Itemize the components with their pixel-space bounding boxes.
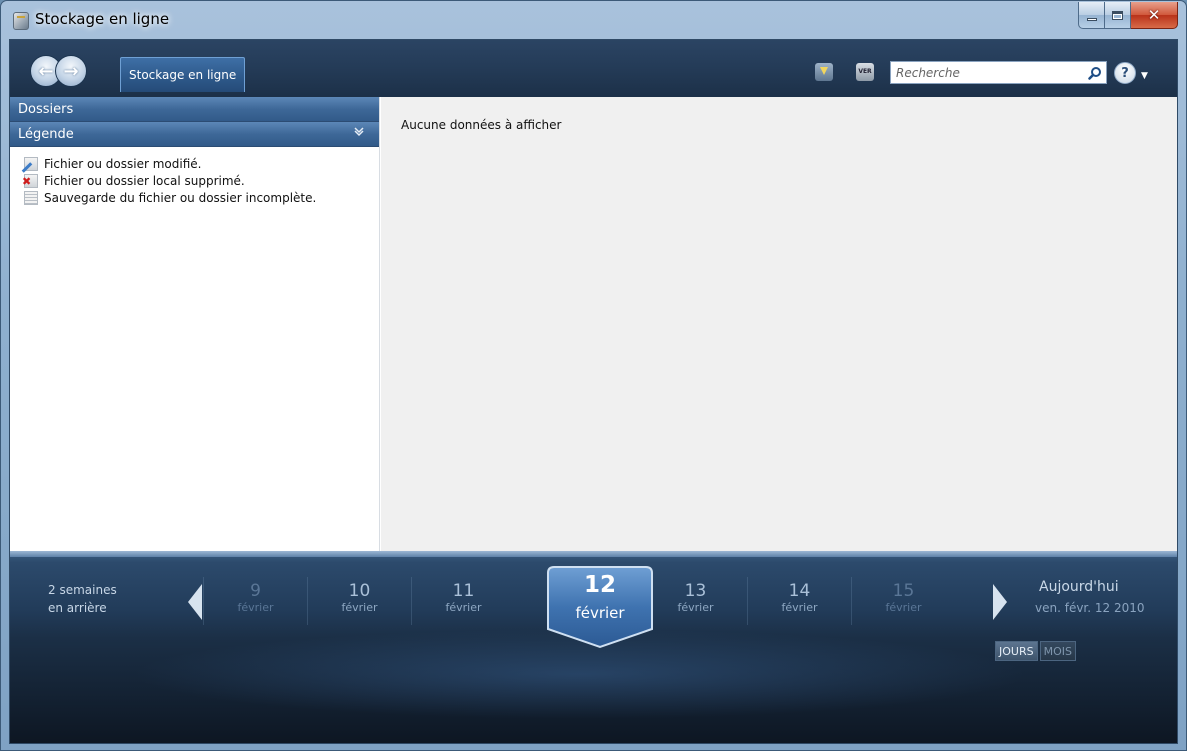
window-title: Stockage en ligne bbox=[35, 10, 170, 28]
legend-label: Fichier ou dossier modifié. bbox=[44, 156, 202, 171]
months-mode-button[interactable]: MOIS bbox=[1039, 641, 1076, 661]
legend-header[interactable]: Légende bbox=[10, 122, 379, 147]
view-mode-toggle: JOURS MOIS bbox=[995, 641, 1076, 661]
today-button[interactable]: Aujourd'hui ven. févr. 12 2010 bbox=[1035, 577, 1145, 617]
help-chevron-down-icon[interactable]: ▼ bbox=[1141, 71, 1148, 81]
day-9[interactable]: 9 février bbox=[203, 577, 307, 625]
maximize-icon bbox=[1112, 10, 1123, 20]
day-13[interactable]: 13 février bbox=[643, 577, 747, 625]
caption-buttons: ✕ bbox=[1078, 2, 1178, 29]
download-icon[interactable] bbox=[815, 63, 833, 81]
navigation-toolbar: ← → Stockage en ligne VER ? ▼ bbox=[10, 40, 1177, 97]
app-icon bbox=[13, 12, 29, 30]
day-15[interactable]: 15 février bbox=[851, 577, 955, 625]
day-month: février bbox=[885, 601, 922, 614]
forward-arrow-icon: → bbox=[63, 60, 79, 82]
today-date: ven. févr. 12 2010 bbox=[1035, 601, 1145, 615]
two-weeks-back-button[interactable]: 2 semaines en arrière bbox=[48, 581, 117, 617]
day-number: 12 bbox=[583, 572, 616, 598]
pencil-file-icon bbox=[24, 156, 38, 171]
legend-item-incomplete: Sauvegarde du fichier ou dossier incompl… bbox=[14, 189, 379, 206]
back-label-line2: en arrière bbox=[48, 601, 107, 615]
search-box bbox=[890, 61, 1107, 84]
legend-header-label: Légende bbox=[18, 126, 74, 142]
back-arrow-icon: ← bbox=[38, 60, 54, 82]
back-label-line1: 2 semaines bbox=[48, 583, 117, 597]
app-window: Stockage en ligne ✕ ← → Stockage en lign… bbox=[0, 0, 1187, 751]
day-number: 11 bbox=[452, 581, 475, 601]
search-icon[interactable] bbox=[1084, 62, 1106, 83]
forward-button[interactable]: → bbox=[55, 55, 87, 87]
close-button[interactable]: ✕ bbox=[1131, 2, 1178, 29]
day-14[interactable]: 14 février bbox=[747, 577, 851, 625]
tab-stockage-en-ligne[interactable]: Stockage en ligne bbox=[120, 57, 246, 92]
search-input[interactable] bbox=[891, 62, 1084, 83]
legend-item-modified: Fichier ou dossier modifié. bbox=[14, 155, 379, 172]
folders-header-label: Dossiers bbox=[18, 101, 74, 117]
legend-list: Fichier ou dossier modifié. Fichier ou d… bbox=[10, 147, 379, 206]
empty-message: Aucune données à afficher bbox=[401, 118, 562, 132]
minimize-button[interactable] bbox=[1078, 2, 1105, 29]
previous-arrow-icon[interactable] bbox=[188, 584, 202, 620]
folders-header[interactable]: Dossiers bbox=[10, 97, 379, 122]
main-content: Aucune données à afficher bbox=[381, 97, 1177, 551]
legend-item-deleted: Fichier ou dossier local supprimé. bbox=[14, 172, 379, 189]
day-number: 15 bbox=[892, 581, 915, 601]
deleted-file-icon bbox=[22, 173, 38, 188]
day-month: février bbox=[445, 601, 482, 614]
day-month: février bbox=[237, 601, 274, 614]
day-month: février bbox=[575, 604, 625, 622]
day-number: 14 bbox=[788, 581, 811, 601]
timeline-bar: 2 semaines en arrière 9 février 10 févri… bbox=[10, 551, 1177, 743]
day-month: février bbox=[781, 601, 818, 614]
versions-icon[interactable]: VER bbox=[856, 63, 874, 81]
close-icon: ✕ bbox=[1147, 6, 1161, 24]
day-number: 9 bbox=[250, 581, 261, 601]
legend-label: Sauvegarde du fichier ou dossier incompl… bbox=[44, 190, 317, 205]
client-area: ← → Stockage en ligne VER ? ▼ bbox=[9, 39, 1178, 744]
legend-label: Fichier ou dossier local supprimé. bbox=[44, 173, 245, 188]
day-month: février bbox=[677, 601, 714, 614]
today-label: Aujourd'hui bbox=[1039, 579, 1119, 595]
days-mode-button[interactable]: JOURS bbox=[995, 641, 1038, 661]
day-number: 10 bbox=[348, 581, 371, 601]
next-arrow-icon[interactable] bbox=[993, 584, 1007, 620]
day-10[interactable]: 10 février bbox=[307, 577, 411, 625]
incomplete-file-icon bbox=[24, 190, 38, 205]
day-12-selected[interactable]: 12 février bbox=[544, 565, 656, 649]
day-11[interactable]: 11 février bbox=[411, 577, 515, 625]
maximize-button[interactable] bbox=[1105, 2, 1131, 29]
title-bar[interactable]: Stockage en ligne ✕ bbox=[1, 1, 1186, 39]
minimize-icon bbox=[1086, 17, 1097, 21]
day-number: 13 bbox=[684, 581, 707, 601]
day-month: février bbox=[341, 601, 378, 614]
chevron-down-icon[interactable] bbox=[353, 127, 365, 142]
sidebar: Dossiers Légende Fichier ou dossier modi… bbox=[10, 97, 380, 551]
help-icon[interactable]: ? bbox=[1114, 62, 1136, 84]
